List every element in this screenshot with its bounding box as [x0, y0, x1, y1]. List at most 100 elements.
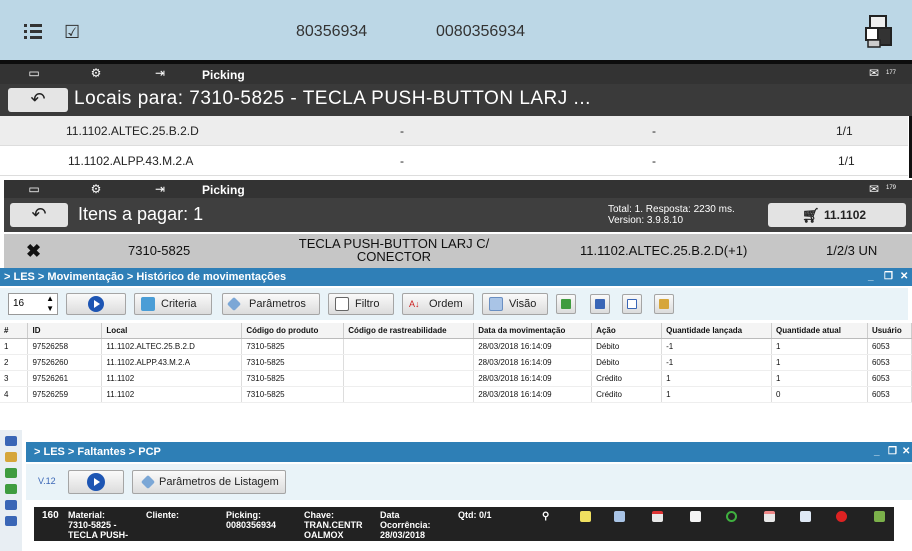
shortage-toolbar: V.12 Parâmetros de Listagem: [26, 464, 912, 500]
material-cell: Material: 7310-5825 - TECLA PUSH-: [68, 510, 128, 540]
client-label: Cliente:: [146, 510, 180, 520]
export-button[interactable]: [556, 294, 576, 314]
gear-icon[interactable]: ⚙: [86, 182, 106, 196]
location-row[interactable]: 11.1102.ALTEC.25.B.2.D - - 1/1: [0, 116, 908, 146]
search-icon[interactable]: ⚲: [542, 511, 553, 522]
criteria-button[interactable]: Criteria: [134, 293, 212, 315]
document-icon[interactable]: [5, 516, 17, 526]
list-icon[interactable]: [24, 22, 44, 42]
grid-icon[interactable]: [5, 484, 17, 494]
row-date: 28/03/2018 16:14:09: [473, 354, 593, 371]
column-header[interactable]: Ação: [591, 323, 663, 339]
view-button[interactable]: Visão: [482, 293, 548, 315]
mail-icon[interactable]: ✉: [864, 66, 884, 80]
row-location: 11.1102: [101, 386, 243, 403]
code-button[interactable]: [622, 294, 642, 314]
edit-icon[interactable]: [580, 511, 591, 522]
parameters-label: Parâmetros: [249, 298, 306, 310]
table-row[interactable]: 4 97526259 11.1102 7310-5825 28/03/2018 …: [0, 386, 912, 403]
login-icon[interactable]: ⇥: [150, 182, 170, 196]
row-number: 4: [0, 386, 29, 403]
toolbar-label: Picking: [202, 183, 245, 197]
wrench-icon[interactable]: [614, 511, 625, 522]
nav-icon[interactable]: [5, 436, 17, 446]
page-size-value: 16: [13, 298, 25, 309]
keyboard-icon[interactable]: ▭: [24, 182, 44, 196]
close-icon[interactable]: ✖: [26, 241, 41, 262]
folder-icon[interactable]: [5, 452, 17, 462]
filter-button[interactable]: Filtro: [328, 293, 394, 315]
table-row[interactable]: 2 97526260 11.1102.ALPP.43.M.2.A 7310-58…: [0, 354, 912, 371]
document-add-icon[interactable]: [690, 511, 701, 522]
mail-icon[interactable]: ✉: [864, 182, 884, 196]
picking-toolbar: ▭ ⚙ ⇥ Picking ✉ 177: [0, 64, 912, 84]
tools-icon: [659, 299, 669, 309]
location-qty: 1/1: [836, 124, 853, 138]
stepper-arrows-icon[interactable]: ▲ ▼: [46, 294, 54, 314]
close-icon[interactable]: ✕: [902, 442, 910, 462]
row-location: 11.1102: [101, 370, 243, 387]
grid-icon[interactable]: [5, 468, 17, 478]
page-title: Locais para: 7310-5825 - TECLA PUSH-BUTT…: [74, 88, 591, 109]
column-header[interactable]: Quantidade lançada: [661, 323, 773, 339]
item-location: 11.1102.ALTEC.25.B.2.D(+1): [580, 243, 748, 258]
order-button[interactable]: A↓ Ordem: [402, 293, 474, 315]
delete-icon[interactable]: [836, 511, 847, 522]
location-col2: -: [400, 154, 404, 168]
history-table: # ID Local Código do produto Código de r…: [0, 323, 912, 403]
row-qty-posted: 1: [661, 370, 773, 387]
restore-icon[interactable]: ❐: [884, 268, 893, 286]
minimize-icon[interactable]: _: [868, 268, 874, 286]
execute-button[interactable]: [68, 470, 124, 494]
row-qty-current: 0: [771, 386, 868, 403]
location-button[interactable]: 🛒︎ 11.1102: [768, 203, 906, 227]
page-size-stepper[interactable]: 16 ▲ ▼: [8, 293, 58, 315]
shortage-row[interactable]: 160 Material: 7310-5825 - TECLA PUSH- Cl…: [34, 507, 894, 541]
refresh-icon[interactable]: [726, 511, 737, 522]
minimize-icon[interactable]: _: [874, 442, 880, 462]
row-qty-current: 1: [771, 370, 868, 387]
table-row[interactable]: 1 97526258 11.1102.ALTEC.25.B.2.D 7310-5…: [0, 338, 912, 355]
keyboard-icon[interactable]: ▭: [24, 66, 44, 80]
column-header[interactable]: Código de rastreabilidade: [343, 323, 475, 339]
calendar-icon[interactable]: [652, 511, 663, 522]
checkbox-icon[interactable]: ☑: [64, 22, 80, 43]
item-row[interactable]: ✖ 7310-5825 TECLA PUSH-BUTTON LARJ C/ CO…: [4, 234, 912, 268]
play-icon: [87, 473, 105, 491]
column-header[interactable]: Quantidade atual: [771, 323, 868, 339]
column-header[interactable]: Local: [101, 323, 243, 339]
tag-icon: [226, 296, 242, 312]
back-button[interactable]: ↶: [10, 203, 68, 227]
breadcrumb: > LES > Faltantes > PCP _ ❐ ✕: [26, 442, 912, 462]
location-row[interactable]: 11.1102.ALPP.43.M.2.A - - 1/1: [0, 146, 908, 176]
calendar-icon[interactable]: [764, 511, 775, 522]
login-icon[interactable]: ⇥: [150, 66, 170, 80]
boxes-icon[interactable]: [864, 14, 894, 48]
row-trace-code: [343, 386, 475, 403]
column-header[interactable]: Data da movimentação: [473, 323, 593, 339]
save-button[interactable]: [590, 294, 610, 314]
export-icon[interactable]: [874, 511, 885, 522]
document-icon[interactable]: [5, 500, 17, 510]
back-button[interactable]: ↶: [8, 88, 68, 112]
view-label: Visão: [509, 298, 537, 310]
breadcrumb: > LES > Movimentação > Histórico de movi…: [0, 268, 912, 286]
row-user: 6053: [867, 338, 912, 355]
gear-icon[interactable]: ⚙: [86, 66, 106, 80]
list-params-button[interactable]: Parâmetros de Listagem: [132, 470, 286, 494]
picking-toolbar: ▭ ⚙ ⇥ Picking ✉ 179: [4, 180, 912, 198]
row-user: 6053: [867, 354, 912, 371]
column-header[interactable]: Código do produto: [241, 323, 345, 339]
date-cell: Data Ocorrência: 28/03/2018: [380, 510, 431, 540]
column-header[interactable]: ID: [27, 323, 103, 339]
document-icon[interactable]: [800, 511, 811, 522]
table-row[interactable]: 3 97526261 11.1102 7310-5825 28/03/2018 …: [0, 370, 912, 387]
version-line: Version: 3.9.8.10: [608, 215, 684, 226]
parameters-button[interactable]: Parâmetros: [222, 293, 320, 315]
restore-icon[interactable]: ❐: [888, 442, 897, 462]
settings-button[interactable]: [654, 294, 674, 314]
column-header[interactable]: #: [0, 323, 29, 339]
execute-button[interactable]: [66, 293, 126, 315]
column-header[interactable]: Usuário: [867, 323, 912, 339]
close-icon[interactable]: ✕: [900, 268, 908, 286]
